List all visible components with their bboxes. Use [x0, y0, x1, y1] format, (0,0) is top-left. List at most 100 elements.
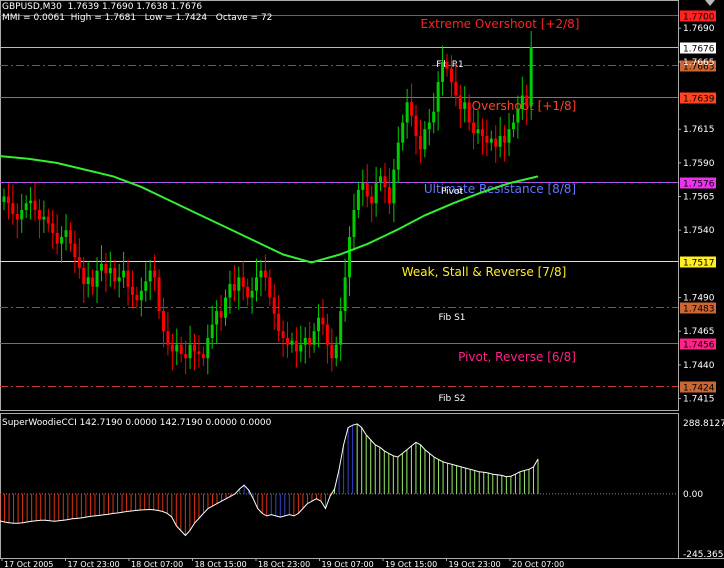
- level-label: Pivot, Reverse [6/8]: [458, 350, 576, 364]
- candle-body: [286, 337, 290, 345]
- candle-body: [255, 277, 259, 291]
- candle-body: [73, 243, 77, 258]
- time-tick-label: 20 Oct 07:00: [512, 560, 564, 568]
- candle-body: [215, 311, 219, 325]
- candle-body: [365, 183, 369, 197]
- level-label: Weak, Stall & Reverse [7/8]: [402, 265, 567, 279]
- level-label: Extreme Overshoot [+2/8]: [421, 17, 580, 31]
- candle-body: [299, 344, 303, 352]
- level-label: Fib S2: [438, 394, 465, 404]
- candle-body: [246, 286, 250, 298]
- candle-body: [148, 270, 152, 282]
- candle-body: [330, 344, 334, 359]
- candle-body: [454, 82, 458, 96]
- candle-body: [463, 102, 467, 110]
- candle-body: [20, 210, 24, 220]
- candle-body: [86, 277, 90, 285]
- time-tick-label: 19 Oct 15:00: [385, 560, 437, 568]
- candle-body: [68, 230, 72, 244]
- candle-body: [210, 324, 214, 338]
- candle-body: [476, 129, 480, 134]
- candle-body: [272, 297, 276, 314]
- candle-body: [192, 344, 196, 352]
- candle-body: [503, 135, 507, 143]
- candle-body: [325, 324, 329, 345]
- candle-body: [339, 311, 343, 345]
- candle-body: [130, 286, 134, 295]
- price-tick-label: 1.7465: [683, 327, 715, 337]
- candle-body: [37, 210, 41, 220]
- candle-body: [170, 344, 174, 352]
- cci-tick-label: -245.3651: [683, 550, 724, 560]
- price-tick-label: 1.7440: [683, 361, 715, 371]
- candle-body: [352, 210, 356, 237]
- candle-body: [51, 223, 55, 233]
- symbol-quote-header: GBPUSD,M30 1.7639 1.7690 1.7638 1.7676: [2, 2, 203, 12]
- price-tick-label: 1.7590: [683, 159, 715, 169]
- candle-body: [157, 277, 161, 312]
- candle-body: [219, 311, 223, 318]
- candle-body: [113, 267, 117, 282]
- candle-body: [489, 138, 493, 143]
- candle-body: [418, 135, 422, 150]
- price-tick-label: 1.7490: [683, 294, 715, 304]
- candle-body: [91, 277, 95, 287]
- candle-body: [99, 263, 103, 271]
- level-label: Overshoot [+1/8]: [472, 99, 577, 113]
- trading-chart-window: Extreme Overshoot [+2/8] 1.7700 Fib R1 1.76…: [0, 0, 724, 568]
- cci-line: [0, 423, 539, 537]
- candle-body: [237, 277, 241, 291]
- candle-body: [228, 284, 232, 298]
- time-tick-label: 18 Oct 15:00: [195, 560, 247, 568]
- time-tick-label: 17 Oct 2005: [4, 560, 53, 568]
- candle-body: [82, 267, 86, 285]
- time-tick-label: 19 Oct 07:00: [322, 560, 374, 568]
- candle-body: [179, 344, 183, 355]
- indicator-title: SuperWoodieCCI 142.7190 0.0000 142.7190 …: [2, 418, 272, 428]
- candle-body: [401, 122, 405, 143]
- candle-body: [95, 270, 99, 287]
- candle-body: [374, 183, 378, 204]
- price-tick-label: 1.7565: [683, 193, 715, 203]
- candle-body: [334, 344, 338, 359]
- price-tag-text: 1.7424: [683, 384, 715, 394]
- candle-body: [281, 331, 285, 338]
- candle-body: [241, 277, 245, 287]
- candle-body: [410, 102, 414, 116]
- candle-body: [516, 109, 520, 123]
- candle-body: [467, 102, 471, 123]
- candle-body: [224, 297, 227, 318]
- price-tag-text: 1.7456: [683, 341, 715, 351]
- candle-body: [379, 176, 383, 184]
- candle-body: [436, 82, 440, 112]
- level-label: Pivot: [441, 187, 464, 197]
- cci-tick-label: 0.00: [683, 490, 703, 500]
- candle-body: [144, 281, 148, 291]
- price-tick-label: 1.7615: [683, 125, 715, 135]
- candle-body: [445, 61, 449, 69]
- chart-canvas[interactable]: Extreme Overshoot [+2/8] 1.7700 Fib R1 1.76…: [0, 0, 724, 568]
- candle-body: [184, 354, 188, 359]
- candle-body: [321, 317, 325, 325]
- candle-body: [405, 102, 409, 123]
- candle-body: [33, 200, 37, 211]
- candle-body: [396, 142, 400, 170]
- level-label: Fib S1: [438, 313, 465, 323]
- candle-body: [117, 277, 121, 282]
- time-tick-label: 18 Oct 07:00: [131, 560, 183, 568]
- price-tag-text: 1.7700: [683, 13, 715, 23]
- candle-body: [370, 196, 374, 204]
- candle-body: [343, 277, 347, 312]
- candle-body: [432, 111, 436, 123]
- candle-body: [135, 294, 139, 301]
- candle-body: [263, 270, 267, 278]
- candle-body: [472, 122, 476, 134]
- candle-body: [206, 337, 210, 359]
- candle-body: [11, 203, 15, 215]
- price-tick-label: 1.7540: [683, 226, 715, 236]
- cci-tick-label: 288.8127: [683, 419, 724, 429]
- candle-body: [175, 344, 179, 352]
- candle-body: [268, 277, 272, 298]
- candle-body: [511, 122, 515, 130]
- candle-body: [250, 290, 254, 298]
